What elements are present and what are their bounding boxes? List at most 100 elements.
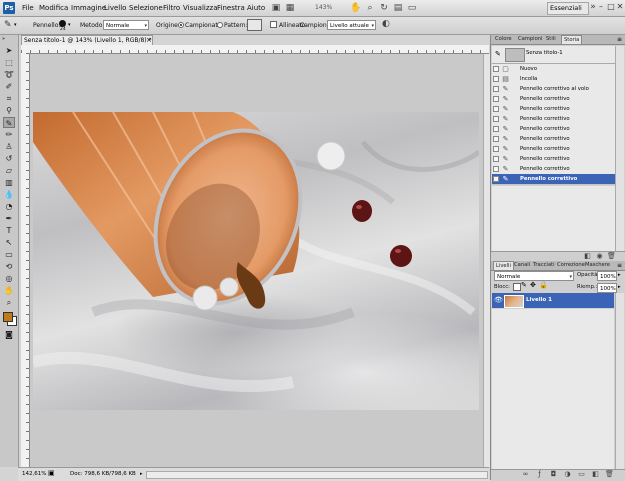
new-document-from-state-icon[interactable]: ◧ [583, 252, 592, 261]
method-select[interactable]: Normale ▾ [103, 20, 149, 30]
crop-tool-icon[interactable]: ⌗ [3, 93, 15, 104]
tab-livelli[interactable]: Livelli [493, 261, 514, 270]
opacity-slider-arrow-icon[interactable]: ▸ [618, 272, 621, 278]
layers-scrollbar[interactable] [615, 293, 624, 469]
blend-mode-select[interactable]: Normale ▾ [494, 271, 574, 281]
brush-preview-icon[interactable] [59, 20, 66, 27]
quick-selection-tool-icon[interactable]: ✐ [3, 81, 15, 92]
create-snapshot-icon[interactable]: ◉ [595, 252, 604, 261]
history-source-checkbox[interactable] [493, 146, 499, 152]
document-close-icon[interactable]: × [146, 35, 154, 45]
tab-tracciati[interactable]: Tracciati [531, 261, 557, 270]
tab-maschere[interactable]: Maschere [583, 261, 612, 270]
hand-icon[interactable]: ✋ [350, 3, 362, 13]
history-source-checkbox[interactable] [493, 116, 499, 122]
ignore-adjustment-layers-icon[interactable]: ◐ [382, 19, 390, 30]
history-source-checkbox[interactable] [493, 176, 499, 182]
menu-visualizza[interactable]: Visualizza [183, 0, 217, 16]
eyedropper-tool-icon[interactable]: ⚲ [3, 105, 15, 116]
tab-colore[interactable]: Colore [493, 35, 514, 44]
history-source-checkbox[interactable] [493, 106, 499, 112]
layer-row[interactable]: 👁 Livello 1 [492, 293, 614, 308]
quick-mask-icon[interactable]: ◙ [3, 329, 15, 340]
foreground-color-swatch[interactable] [3, 312, 13, 322]
arrange-documents-icon[interactable]: ▤ [392, 3, 404, 13]
tab-stili[interactable]: Stili [544, 35, 558, 44]
workspace-switcher[interactable]: Essenziali [547, 2, 589, 15]
brush-picker-arrow-icon[interactable]: ▾ [68, 22, 71, 28]
shape-tool-icon[interactable]: ▭ [3, 249, 15, 260]
type-tool-icon[interactable]: T [3, 225, 15, 236]
horizontal-scrollbar[interactable] [146, 471, 488, 479]
history-source-checkbox[interactable] [493, 126, 499, 132]
toolbox-collapse-icon[interactable]: » [2, 36, 5, 42]
opacity-input[interactable]: 100% [597, 271, 617, 281]
horizontal-ruler[interactable] [21, 45, 489, 54]
layer-mask-icon[interactable]: ◘ [549, 470, 558, 479]
menu-aiuto[interactable]: Aiuto [247, 0, 265, 16]
eraser-tool-icon[interactable]: ▱ [3, 165, 15, 176]
marquee-tool-icon[interactable]: ⬚ [3, 57, 15, 68]
menu-livello[interactable]: Livello [104, 0, 126, 16]
blur-tool-icon[interactable]: 💧 [3, 189, 15, 200]
vertical-scrollbar[interactable] [483, 54, 490, 467]
menu-selezione[interactable]: Selezione [129, 0, 163, 16]
aligned-checkbox[interactable] [270, 21, 277, 28]
pattern-swatch[interactable] [247, 19, 262, 31]
history-brush-tool-icon[interactable]: ↺ [3, 153, 15, 164]
history-source-checkbox[interactable] [493, 86, 499, 92]
history-source-checkbox[interactable] [493, 96, 499, 102]
status-menu-arrow-icon[interactable]: ▸ [140, 471, 143, 477]
panel-menu-icon[interactable]: ≡ [617, 35, 622, 44]
new-layer-icon[interactable]: ◧ [591, 470, 600, 479]
lock-image-icon[interactable]: ✎ [521, 281, 527, 289]
healing-brush-tool-icon[interactable]: ✎ [3, 117, 15, 128]
history-scrollbar[interactable] [615, 46, 624, 251]
trash-icon[interactable]: 🗑 [607, 252, 616, 261]
menu-filtro[interactable]: Filtro [163, 0, 180, 16]
menu-modifica[interactable]: Modifica [39, 0, 68, 16]
layer-name[interactable]: Livello 1 [526, 297, 552, 303]
path-selection-tool-icon[interactable]: ↖ [3, 237, 15, 248]
rotate-view-icon[interactable]: ↻ [378, 3, 390, 13]
tab-storia[interactable]: Storia [561, 35, 583, 44]
group-folder-icon[interactable]: ▭ [577, 470, 586, 479]
tab-campioni[interactable]: Campioni [516, 35, 545, 44]
history-source-checkbox[interactable] [493, 136, 499, 142]
bridge-icon[interactable]: ▣ [270, 3, 282, 13]
tool-preset-dropdown-icon[interactable]: ▾ [14, 22, 17, 28]
menu-finestra[interactable]: Finestra [217, 0, 245, 16]
trash-icon[interactable]: 🗑 [605, 470, 614, 479]
clone-stamp-tool-icon[interactable]: ♙ [3, 141, 15, 152]
panel-menu-icon[interactable]: ≡ [617, 261, 622, 270]
history-snapshot[interactable]: ✎ Senza titolo-1 [492, 46, 615, 64]
history-source-checkbox[interactable] [493, 66, 499, 72]
minibridge-icon[interactable]: ▦ [284, 3, 296, 13]
history-source-checkbox[interactable] [493, 76, 499, 82]
zoom-level[interactable]: 143% [315, 3, 345, 12]
lasso-tool-icon[interactable]: ➰ [3, 69, 15, 80]
history-source-checkbox[interactable] [493, 166, 499, 172]
gradient-tool-icon[interactable]: ▥ [3, 177, 15, 188]
document-image[interactable] [33, 112, 479, 410]
history-item-selected[interactable]: ✎ Pennello correttivo [492, 174, 615, 185]
vertical-ruler[interactable] [21, 53, 30, 467]
origin-pattern-radio[interactable] [217, 22, 223, 28]
healing-brush-tool-icon[interactable]: ✎ [4, 20, 12, 31]
3d-orbit-tool-icon[interactable]: ◎ [3, 273, 15, 284]
zoom-tool-icon[interactable]: ⌕ [3, 297, 15, 308]
fill-input[interactable]: 100% [597, 283, 617, 293]
3d-rotate-tool-icon[interactable]: ⟲ [3, 261, 15, 272]
lock-all-icon[interactable]: 🔒 [539, 281, 548, 289]
history-source-checkbox[interactable] [493, 156, 499, 162]
pen-tool-icon[interactable]: ✒ [3, 213, 15, 224]
lock-transparent-icon[interactable] [513, 283, 521, 291]
fill-slider-arrow-icon[interactable]: ▸ [618, 284, 621, 290]
menu-immagine[interactable]: Immagine [71, 0, 106, 16]
status-zoom[interactable]: 142,61% [22, 470, 46, 479]
eye-icon[interactable]: 👁 [494, 296, 503, 304]
close-button[interactable]: ✕ [615, 2, 625, 12]
adjustment-layer-icon[interactable]: ◑ [563, 470, 572, 479]
sample-select[interactable]: Livello attuale ▾ [327, 20, 376, 30]
dodge-tool-icon[interactable]: ◔ [3, 201, 15, 212]
